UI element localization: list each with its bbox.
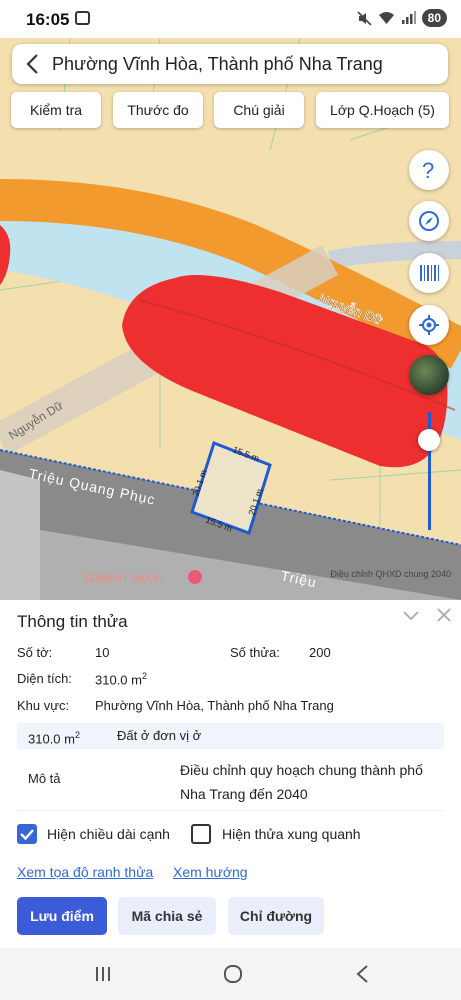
collapse-chevron-icon[interactable] <box>402 608 420 622</box>
recent-apps-icon[interactable] <box>93 964 113 984</box>
home-icon[interactable] <box>222 963 244 985</box>
planning-layers-button[interactable]: Lớp Q.Hoạch (5) <box>316 92 449 128</box>
help-button[interactable]: ? <box>409 150 449 190</box>
save-point-button[interactable]: Lưu điểm <box>17 897 107 935</box>
question-icon: ? <box>422 158 434 182</box>
mute-icon <box>357 10 372 26</box>
back-nav-icon[interactable] <box>354 963 370 985</box>
show-neighbors-checkbox[interactable] <box>191 824 211 844</box>
check-icon <box>20 829 34 841</box>
area-value: 310.0 m2 <box>95 671 147 688</box>
poi-label: Golden moon <box>85 570 163 585</box>
sheet-number-label: Số tờ: <box>17 645 53 660</box>
ruler-button[interactable]: Thước đo <box>113 92 203 128</box>
area-label: Diện tích: <box>17 671 72 686</box>
signal-icon <box>401 11 416 24</box>
share-code-button[interactable]: Mã chia sẻ <box>118 897 216 935</box>
svg-text:?: ? <box>422 158 434 182</box>
description-label: Mô tả <box>28 771 61 786</box>
barcode-icon <box>420 265 439 281</box>
sheet-number-value: 10 <box>95 645 110 660</box>
land-use-type: Đất ở đơn vị ở <box>117 728 202 743</box>
status-icons: 80 <box>357 9 447 27</box>
directions-button[interactable]: Chỉ đường <box>228 897 324 935</box>
view-direction-link[interactable]: Xem hướng <box>173 864 248 880</box>
compass-icon <box>419 211 439 231</box>
view-boundary-coords-link[interactable]: Xem tọa độ ranh thửa <box>17 864 153 880</box>
my-location-button[interactable] <box>409 305 449 345</box>
status-time: 16:05 <box>26 10 70 29</box>
location-header[interactable]: Phường Vĩnh Hòa, Thành phố Nha Trang <box>12 44 448 84</box>
panel-title: Thông tin thửa <box>17 612 128 631</box>
barcode-button[interactable] <box>409 253 449 293</box>
opacity-slider-knob[interactable] <box>418 429 440 451</box>
land-use-area: 310.0 m2 <box>28 730 80 747</box>
satellite-layer-thumbnail[interactable] <box>409 355 449 395</box>
show-edges-label[interactable]: Hiện chiều dài cạnh <box>47 826 170 842</box>
parcel-number-label: Số thửa: <box>230 645 280 660</box>
poi-marker-icon[interactable] <box>188 570 202 584</box>
land-use-row <box>17 723 444 749</box>
map-attribution: Điều chỉnh QHXD chung 2040 <box>330 569 451 579</box>
battery-level: 80 <box>421 9 447 27</box>
location-title: Phường Vĩnh Hòa, Thành phố Nha Trang <box>52 53 383 74</box>
legend-button[interactable]: Chú giải <box>214 92 304 128</box>
description-value: Điều chỉnh quy hoạch chung thành phố Nha… <box>180 762 423 802</box>
region-value: Phường Vĩnh Hòa, Thành phố Nha Trang <box>95 698 334 713</box>
screen-record-icon <box>75 11 90 25</box>
wifi-icon <box>378 12 394 24</box>
compass-button[interactable] <box>409 201 449 241</box>
parcel-number-value: 200 <box>309 645 331 660</box>
close-icon[interactable] <box>436 607 452 623</box>
system-nav-bar <box>0 948 461 1000</box>
back-button[interactable] <box>12 44 52 84</box>
crosshair-icon <box>419 315 439 335</box>
status-bar: 16:05 80 <box>0 0 461 38</box>
region-label: Khu vực: <box>17 698 70 713</box>
show-neighbors-label[interactable]: Hiện thửa xung quanh <box>222 826 361 842</box>
chevron-left-icon <box>26 54 38 74</box>
show-edges-checkbox[interactable] <box>17 824 37 844</box>
check-button[interactable]: Kiểm tra <box>11 92 101 128</box>
